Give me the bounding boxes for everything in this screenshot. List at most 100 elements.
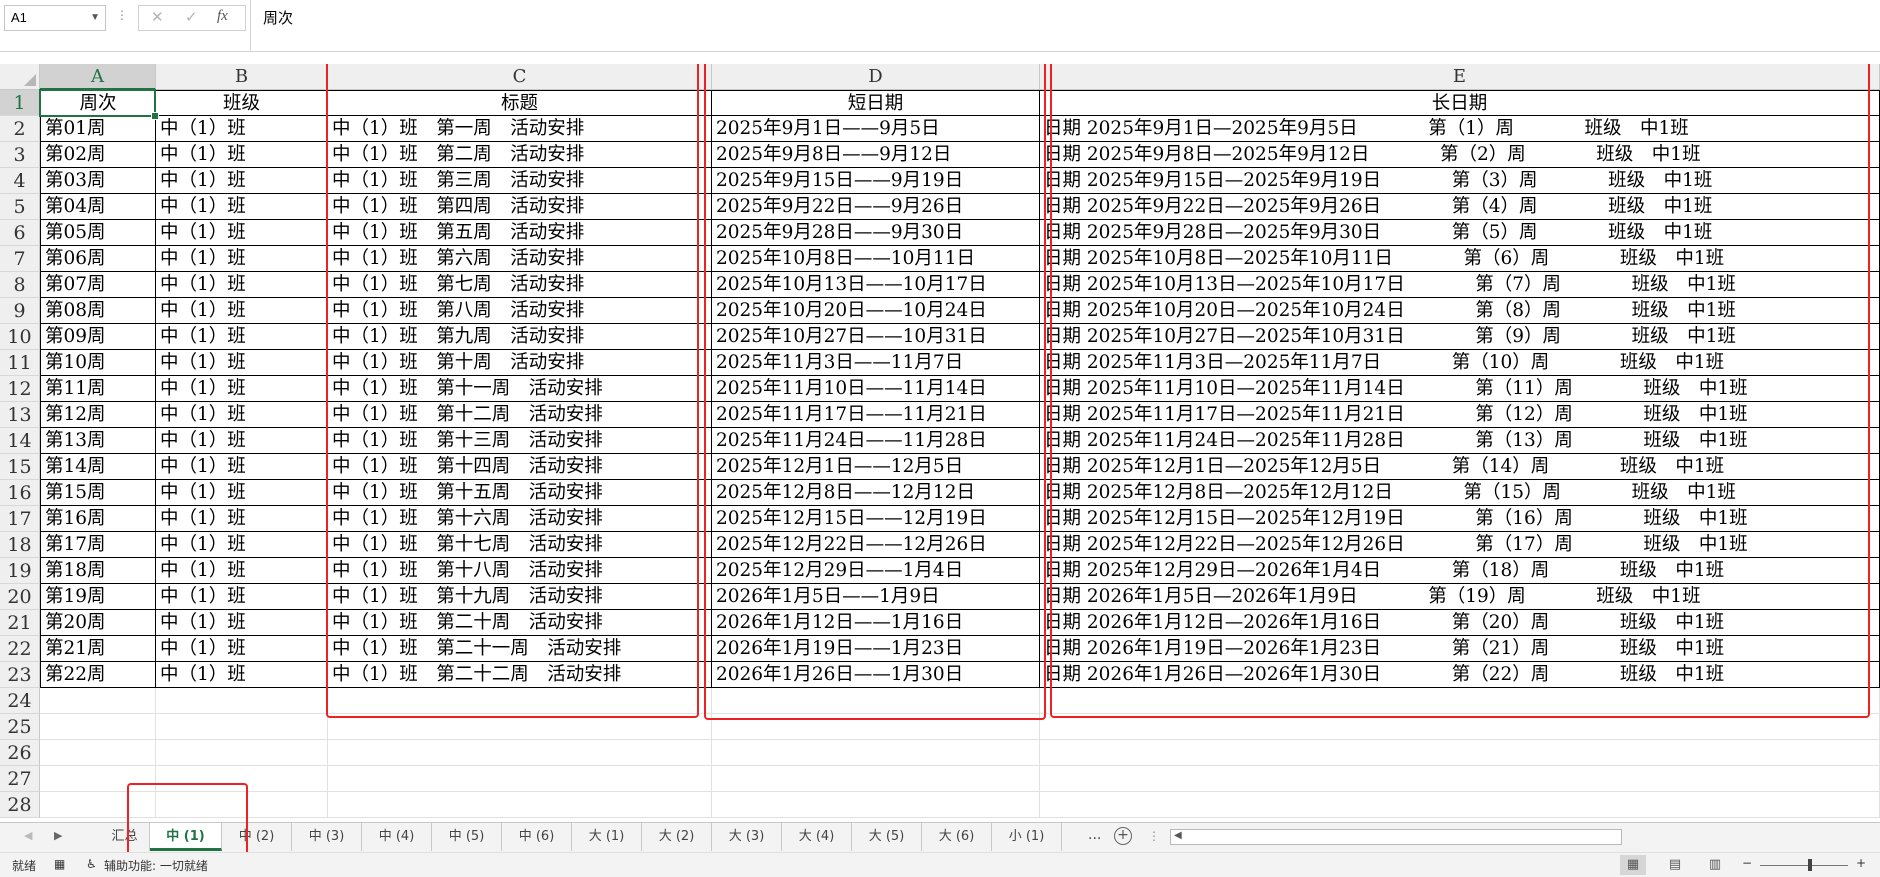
cell-a[interactable]: 第13周 bbox=[40, 428, 156, 454]
cell-a[interactable]: 第15周 bbox=[40, 480, 156, 506]
cell-c[interactable]: 中（1）班 第十七周 活动安排 bbox=[328, 532, 712, 558]
empty-cell[interactable] bbox=[40, 688, 156, 714]
row-header[interactable]: 4 bbox=[0, 168, 40, 194]
cell-e[interactable]: 日期 2025年11月17日—2025年11月21日 第（12）周 班级 中1班 bbox=[1040, 402, 1880, 428]
cell-b[interactable]: 中（1）班 bbox=[156, 662, 328, 688]
cell-d[interactable]: 2025年12月29日——1月4日 bbox=[712, 558, 1040, 584]
cell-b[interactable]: 中（1）班 bbox=[156, 324, 328, 350]
cell-d[interactable]: 2025年12月1日——12月5日 bbox=[712, 454, 1040, 480]
row-header[interactable]: 21 bbox=[0, 610, 40, 636]
cell-c[interactable]: 中（1）班 第十八周 活动安排 bbox=[328, 558, 712, 584]
cell-a[interactable]: 第03周 bbox=[40, 168, 156, 194]
cell-c[interactable]: 中（1）班 第十三周 活动安排 bbox=[328, 428, 712, 454]
cell-e[interactable]: 日期 2025年11月3日—2025年11月7日 第（10）周 班级 中1班 bbox=[1040, 350, 1880, 376]
cell-b[interactable]: 中（1）班 bbox=[156, 220, 328, 246]
row-header[interactable]: 27 bbox=[0, 766, 40, 792]
cell-a[interactable]: 第09周 bbox=[40, 324, 156, 350]
cell-d[interactable]: 2025年10月27日——10月31日 bbox=[712, 324, 1040, 350]
sheet-tab[interactable]: 中 (4) bbox=[362, 823, 432, 851]
column-header-c[interactable]: C bbox=[328, 64, 712, 90]
cell-c[interactable]: 中（1）班 第三周 活动安排 bbox=[328, 168, 712, 194]
empty-cell[interactable] bbox=[1040, 688, 1880, 714]
sheet-tab[interactable]: 大 (6) bbox=[922, 823, 992, 851]
row-header[interactable]: 2 bbox=[0, 116, 40, 142]
cell-a[interactable]: 第01周 bbox=[40, 116, 156, 142]
cell-e[interactable]: 日期 2025年10月13日—2025年10月17日 第（7）周 班级 中1班 bbox=[1040, 272, 1880, 298]
row-header[interactable]: 17 bbox=[0, 506, 40, 532]
empty-cell[interactable] bbox=[40, 740, 156, 766]
row-header[interactable]: 11 bbox=[0, 350, 40, 376]
cell-a[interactable]: 第05周 bbox=[40, 220, 156, 246]
chevron-down-icon[interactable]: ▼ bbox=[90, 6, 100, 30]
select-all-corner[interactable] bbox=[0, 64, 40, 90]
header-cell-c[interactable]: 标题 bbox=[328, 90, 712, 116]
cell-e[interactable]: 日期 2025年11月24日—2025年11月28日 第（13）周 班级 中1班 bbox=[1040, 428, 1880, 454]
cell-c[interactable]: 中（1）班 第十周 活动安排 bbox=[328, 350, 712, 376]
header-cell-a[interactable]: 周次 bbox=[40, 90, 156, 116]
row-header[interactable]: 26 bbox=[0, 740, 40, 766]
row-header[interactable]: 23 bbox=[0, 662, 40, 688]
page-break-view-icon[interactable]: ▥ bbox=[1702, 855, 1728, 875]
cell-c[interactable]: 中（1）班 第九周 活动安排 bbox=[328, 324, 712, 350]
sheet-tab[interactable]: 小 (1) bbox=[992, 823, 1062, 851]
column-header-b[interactable]: B bbox=[156, 64, 328, 90]
cell-e[interactable]: 日期 2025年12月22日—2025年12月26日 第（17）周 班级 中1班 bbox=[1040, 532, 1880, 558]
sheet-tab[interactable]: 大 (3) bbox=[712, 823, 782, 851]
cell-d[interactable]: 2026年1月19日——1月23日 bbox=[712, 636, 1040, 662]
cell-e[interactable]: 日期 2025年10月8日—2025年10月11日 第（6）周 班级 中1班 bbox=[1040, 246, 1880, 272]
cell-a[interactable]: 第07周 bbox=[40, 272, 156, 298]
cell-d[interactable]: 2025年12月15日——12月19日 bbox=[712, 506, 1040, 532]
sheet-tab[interactable]: 大 (5) bbox=[852, 823, 922, 851]
empty-cell[interactable] bbox=[1040, 792, 1880, 818]
empty-cell[interactable] bbox=[156, 714, 328, 740]
more-tabs-icon[interactable]: ... bbox=[1088, 827, 1101, 843]
header-cell-e[interactable]: 长日期 bbox=[1040, 90, 1880, 116]
zoom-out-icon[interactable]: − bbox=[1742, 856, 1752, 870]
empty-cell[interactable] bbox=[40, 714, 156, 740]
cell-c[interactable]: 中（1）班 第十四周 活动安排 bbox=[328, 454, 712, 480]
empty-cell[interactable] bbox=[712, 792, 1040, 818]
column-header-d[interactable]: D bbox=[712, 64, 1040, 90]
cell-c[interactable]: 中（1）班 第八周 活动安排 bbox=[328, 298, 712, 324]
sheet-tab[interactable]: 中 (2) bbox=[222, 823, 292, 851]
empty-cell[interactable] bbox=[712, 766, 1040, 792]
cell-d[interactable]: 2025年10月20日——10月24日 bbox=[712, 298, 1040, 324]
cell-d[interactable]: 2025年11月3日——11月7日 bbox=[712, 350, 1040, 376]
cell-a[interactable]: 第17周 bbox=[40, 532, 156, 558]
cell-b[interactable]: 中（1）班 bbox=[156, 246, 328, 272]
row-header[interactable]: 9 bbox=[0, 298, 40, 324]
cell-a[interactable]: 第11周 bbox=[40, 376, 156, 402]
cell-a[interactable]: 第16周 bbox=[40, 506, 156, 532]
zoom-slider-thumb[interactable] bbox=[1808, 859, 1812, 871]
row-header[interactable]: 12 bbox=[0, 376, 40, 402]
empty-cell[interactable] bbox=[328, 792, 712, 818]
enter-icon[interactable]: ✓ bbox=[185, 8, 198, 26]
empty-cell[interactable] bbox=[712, 714, 1040, 740]
empty-cell[interactable] bbox=[328, 740, 712, 766]
cell-c[interactable]: 中（1）班 第十二周 活动安排 bbox=[328, 402, 712, 428]
empty-cell[interactable] bbox=[1040, 740, 1880, 766]
cell-c[interactable]: 中（1）班 第一周 活动安排 bbox=[328, 116, 712, 142]
more-options-icon[interactable]: ⋮ bbox=[116, 8, 128, 22]
cell-d[interactable]: 2026年1月26日——1月30日 bbox=[712, 662, 1040, 688]
cell-e[interactable]: 日期 2026年1月12日—2026年1月16日 第（20）周 班级 中1班 bbox=[1040, 610, 1880, 636]
empty-cell[interactable] bbox=[328, 766, 712, 792]
cell-c[interactable]: 中（1）班 第二十一周 活动安排 bbox=[328, 636, 712, 662]
cell-b[interactable]: 中（1）班 bbox=[156, 532, 328, 558]
cell-c[interactable]: 中（1）班 第七周 活动安排 bbox=[328, 272, 712, 298]
row-header[interactable]: 7 bbox=[0, 246, 40, 272]
cell-e[interactable]: 日期 2025年9月1日—2025年9月5日 第（1）周 班级 中1班 bbox=[1040, 116, 1880, 142]
cell-b[interactable]: 中（1）班 bbox=[156, 506, 328, 532]
cell-e[interactable]: 日期 2025年10月20日—2025年10月24日 第（8）周 班级 中1班 bbox=[1040, 298, 1880, 324]
formula-input[interactable]: 周次 bbox=[250, 0, 1880, 52]
cell-d[interactable]: 2025年11月10日——11月14日 bbox=[712, 376, 1040, 402]
cell-e[interactable]: 日期 2025年12月1日—2025年12月5日 第（14）周 班级 中1班 bbox=[1040, 454, 1880, 480]
cell-a[interactable]: 第20周 bbox=[40, 610, 156, 636]
empty-cell[interactable] bbox=[156, 740, 328, 766]
empty-cell[interactable] bbox=[712, 740, 1040, 766]
cell-e[interactable]: 日期 2025年9月15日—2025年9月19日 第（3）周 班级 中1班 bbox=[1040, 168, 1880, 194]
column-header-a[interactable]: A bbox=[40, 64, 156, 90]
cell-b[interactable]: 中（1）班 bbox=[156, 194, 328, 220]
cell-d[interactable]: 2025年9月28日——9月30日 bbox=[712, 220, 1040, 246]
empty-cell[interactable] bbox=[712, 688, 1040, 714]
